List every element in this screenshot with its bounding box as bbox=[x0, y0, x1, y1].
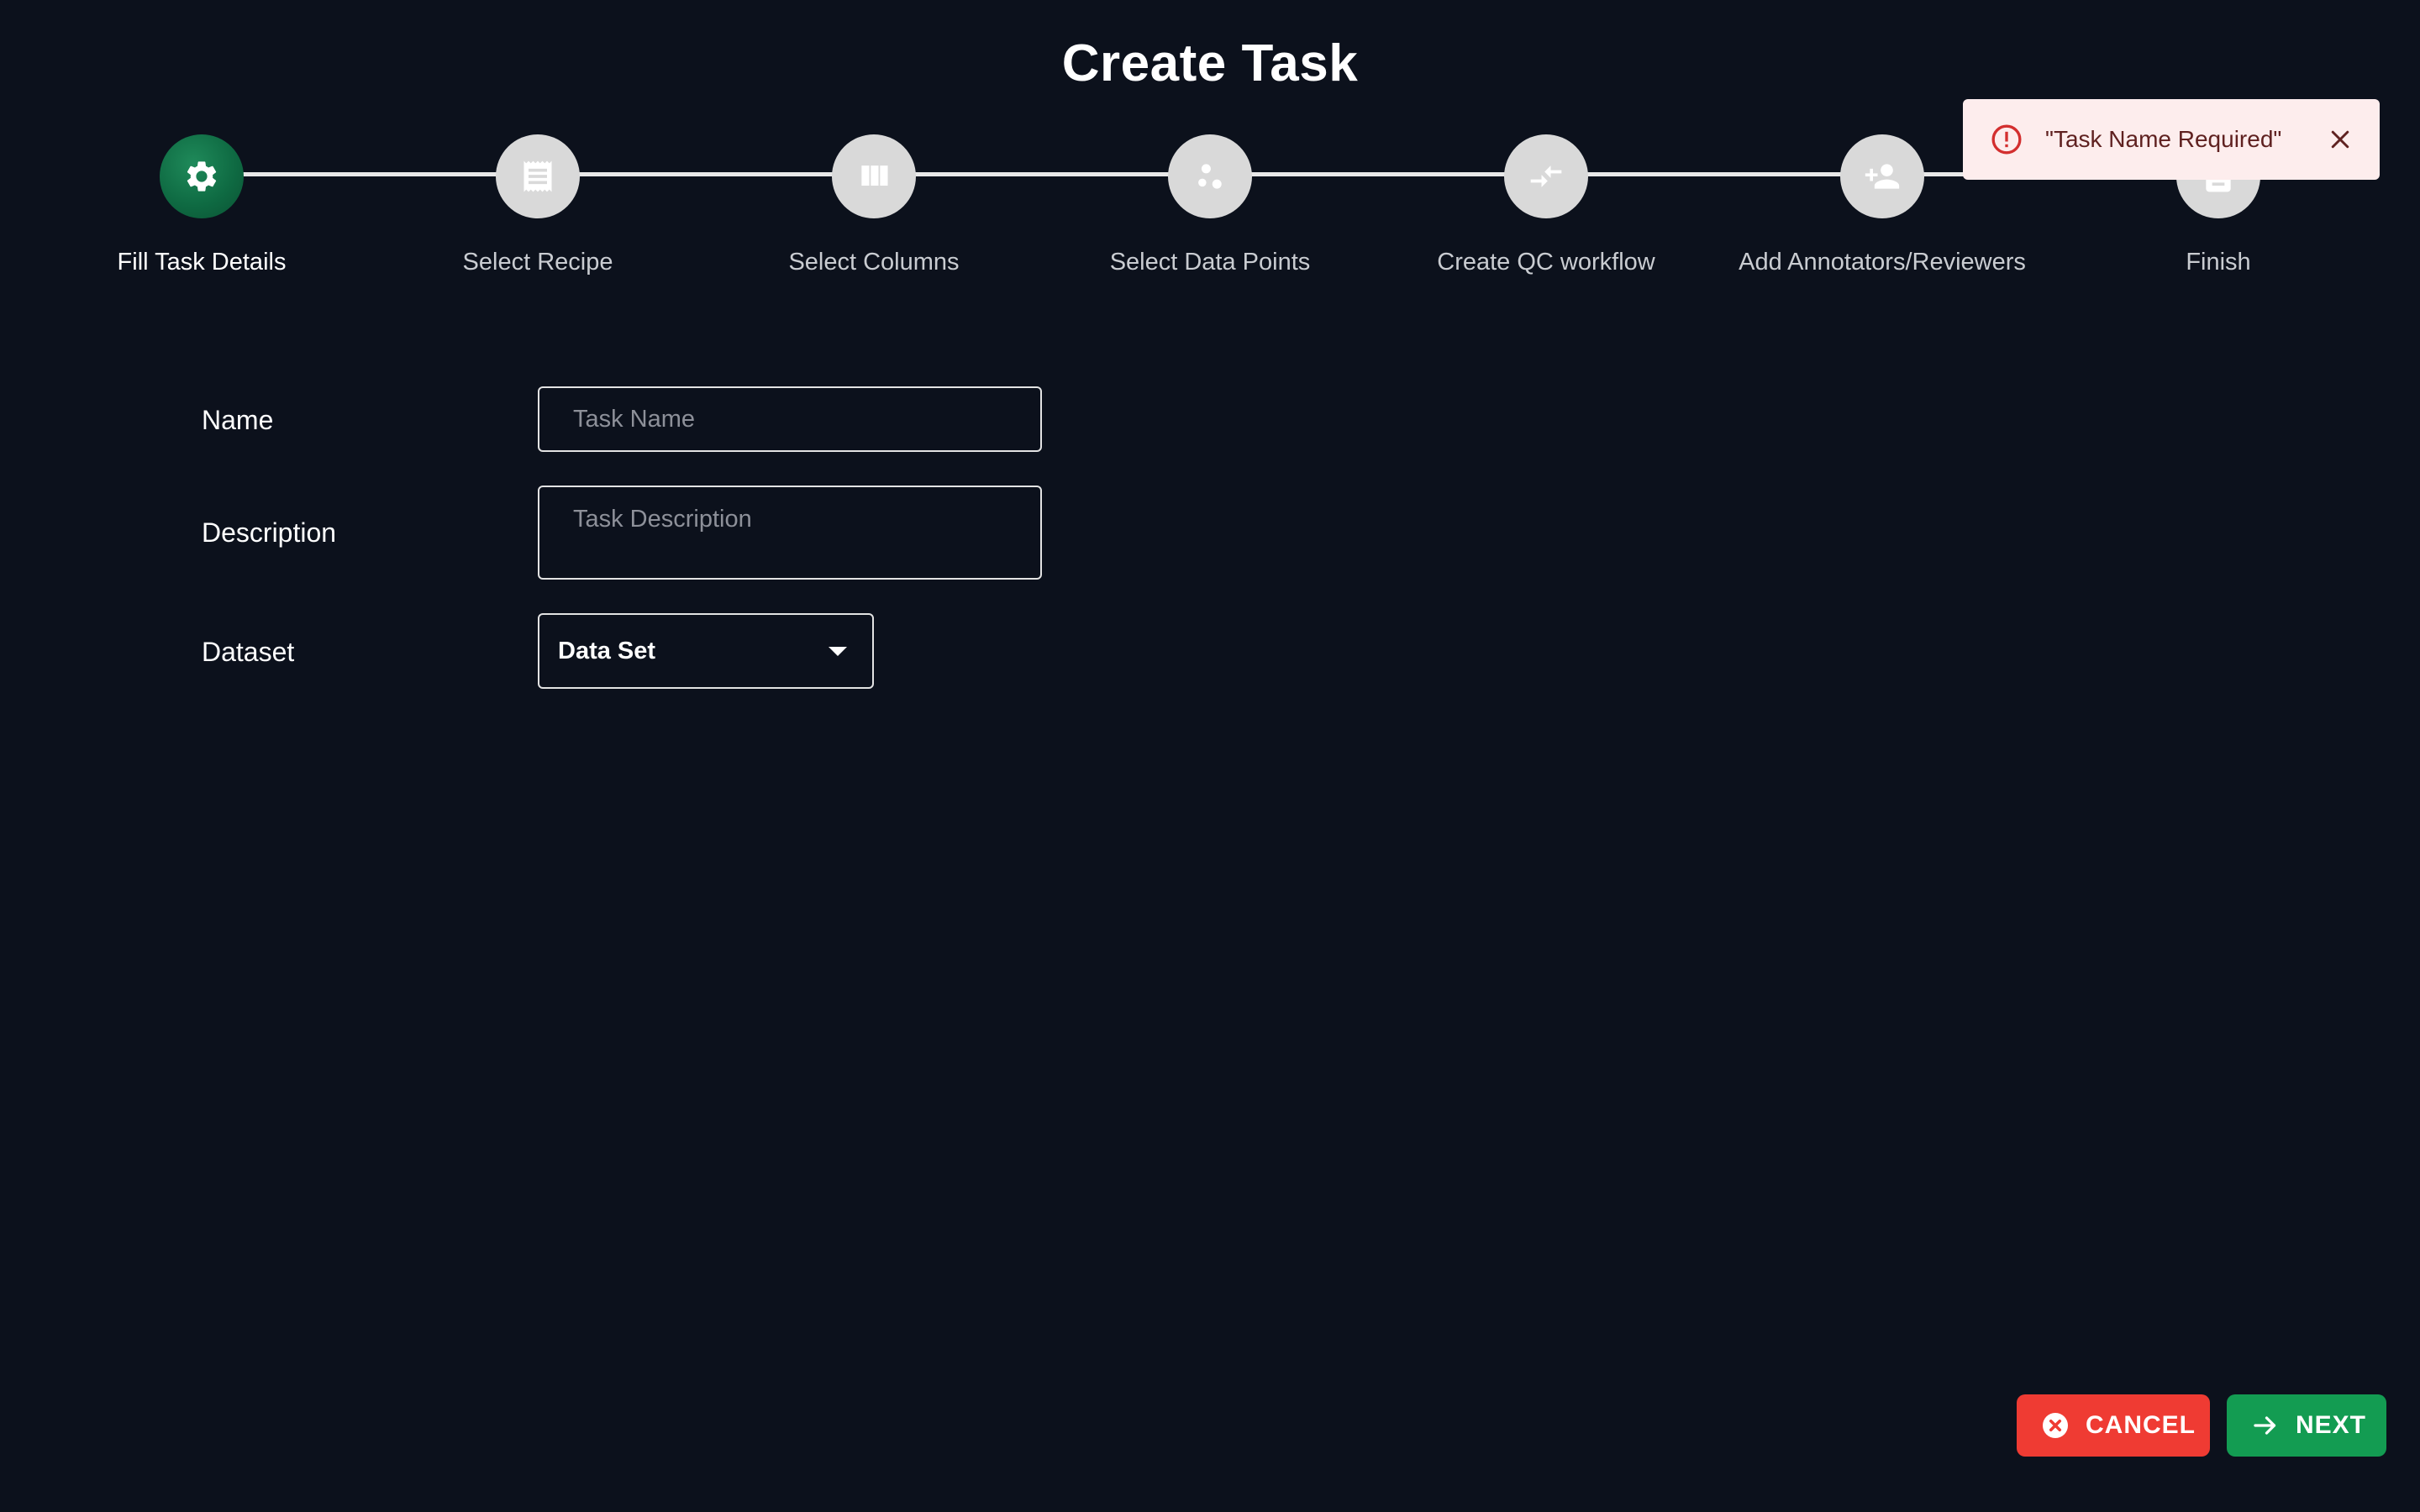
step-circle[interactable] bbox=[496, 134, 580, 218]
step-label: Fill Task Details bbox=[117, 249, 287, 276]
gear-icon bbox=[187, 161, 217, 192]
next-button-label: NEXT bbox=[2296, 1411, 2367, 1439]
cancel-button[interactable]: CANCEL bbox=[2017, 1394, 2210, 1457]
caret-down-icon bbox=[829, 646, 847, 656]
step-label: Select Columns bbox=[788, 249, 960, 276]
description-label: Description bbox=[202, 517, 337, 548]
step-label: Finish bbox=[2186, 249, 2251, 276]
step-label: Select Recipe bbox=[462, 249, 613, 276]
step-create-qc-workflow[interactable]: Create QC workflow bbox=[1370, 134, 1723, 276]
close-icon bbox=[2331, 130, 2349, 149]
scatter-points-icon bbox=[1198, 164, 1222, 189]
task-description-input[interactable] bbox=[538, 486, 1042, 580]
form-row-name: Name bbox=[202, 386, 1126, 454]
step-circle[interactable] bbox=[160, 134, 244, 218]
step-circle[interactable] bbox=[832, 134, 916, 218]
compare-arrows-icon bbox=[1530, 165, 1562, 187]
form-row-dataset: Dataset Data Set bbox=[202, 613, 1126, 689]
receipt-icon bbox=[523, 160, 552, 192]
next-button[interactable]: NEXT bbox=[2227, 1394, 2386, 1457]
error-circle-icon bbox=[1990, 123, 2023, 156]
step-circle[interactable] bbox=[1840, 134, 1924, 218]
columns-icon bbox=[861, 165, 888, 186]
toast-close-button[interactable] bbox=[2326, 125, 2354, 154]
toast-message: "Task Name Required" bbox=[2045, 126, 2282, 152]
dataset-label: Dataset bbox=[202, 637, 295, 667]
cancel-circle-icon bbox=[2043, 1413, 2068, 1438]
page-title: Create Task bbox=[1061, 34, 1359, 92]
step-select-recipe[interactable]: Select Recipe bbox=[361, 134, 714, 276]
name-label: Name bbox=[202, 405, 274, 435]
step-circle[interactable] bbox=[1168, 134, 1252, 218]
step-label: Create QC workflow bbox=[1437, 249, 1655, 276]
cancel-button-label: CANCEL bbox=[2086, 1411, 2196, 1439]
step-fill-task-details[interactable]: Fill Task Details bbox=[25, 134, 378, 276]
arrow-right-icon bbox=[2254, 1416, 2276, 1435]
step-circle[interactable] bbox=[1504, 134, 1588, 218]
form-row-description: Description bbox=[202, 486, 1126, 580]
step-label: Add Annotators/Reviewers bbox=[1739, 249, 2026, 276]
step-label: Select Data Points bbox=[1109, 249, 1311, 276]
dataset-select[interactable]: Data Set bbox=[538, 613, 874, 689]
task-name-input[interactable] bbox=[538, 386, 1042, 452]
dataset-select-value: Data Set bbox=[558, 637, 656, 664]
error-toast: "Task Name Required" bbox=[1963, 99, 2380, 180]
step-select-columns[interactable]: Select Columns bbox=[697, 134, 1050, 276]
add-user-icon bbox=[1865, 164, 1900, 189]
step-select-data-points[interactable]: Select Data Points bbox=[1034, 134, 1386, 276]
